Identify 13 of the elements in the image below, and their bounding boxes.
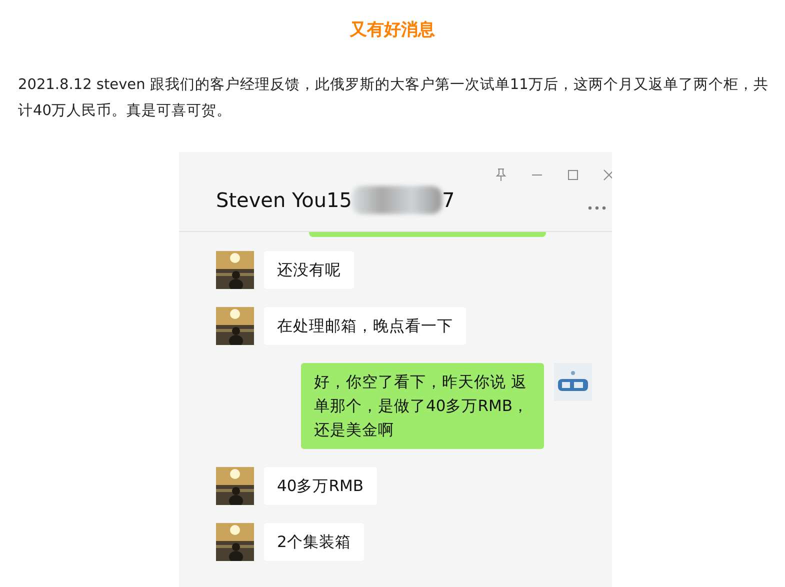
message-bubble: 40多万RMB [264, 466, 376, 504]
chat-title-tail: 7 [442, 186, 455, 214]
message-bubble: 还没有呢 [264, 250, 354, 288]
maximize-icon[interactable] [566, 168, 580, 182]
close-icon[interactable] [602, 168, 612, 182]
message-bubble: 好，你空了看下，昨天你说 返单那个，是做了40多万RMB，还是美金啊 [301, 362, 544, 448]
article-title: 又有好消息 [348, 19, 436, 42]
message-bubble: 2个集装箱 [264, 522, 364, 560]
pin-icon[interactable] [494, 168, 508, 182]
article-paragraph: 2021.8.12 steven 跟我们的客户经理反馈，此俄罗斯的大客户第一次试单11万后，这两个月又返单了两个柜，共计40万人民币。真是可喜可贺。 [17, 76, 770, 120]
more-icon[interactable] [588, 206, 606, 210]
chat-title: Steven You15 [216, 186, 352, 214]
message-bubble: 在处理邮箱，晚点看一下 [264, 306, 466, 344]
